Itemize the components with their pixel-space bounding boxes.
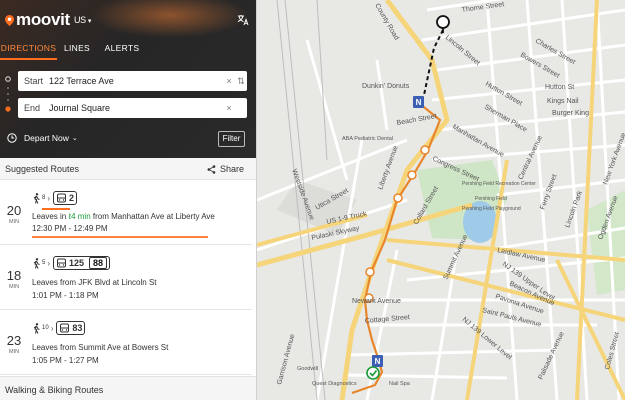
map-label: Kings Nail [547, 98, 579, 105]
walk-minutes: 8 [42, 195, 46, 201]
end-value[interactable]: Journal Square [46, 103, 223, 113]
walking-biking-routes[interactable]: Walking & Biking Routes [0, 376, 256, 400]
route-times: 12:30 PM - 12:49 PM [32, 224, 108, 233]
map-canvas[interactable]: N N County Road Thorne Street Lincoln St… [257, 0, 625, 400]
bus-stop-marker-icon[interactable]: N [413, 96, 424, 108]
share-button[interactable]: Share [207, 164, 244, 174]
route-legs: 5 › 125 88 [32, 256, 111, 270]
line-number: 88 [89, 257, 108, 269]
duration-value: 18 [6, 268, 22, 283]
share-icon [207, 164, 216, 174]
map-label: Pershing Field Playground [462, 206, 521, 212]
route-progress-line [32, 236, 208, 238]
svg-text:N: N [375, 357, 381, 366]
tab-lines[interactable]: LINES [57, 38, 97, 60]
suggested-routes-header: Suggested Routes Share [0, 158, 256, 180]
suggested-routes-title: Suggested Routes [5, 164, 80, 174]
line-number: 2 [69, 193, 75, 203]
route-times: 1:05 PM - 1:27 PM [32, 356, 99, 365]
start-value[interactable]: 122 Terrace Ave [46, 76, 223, 86]
duration-unit: MIN [8, 219, 20, 225]
walking-biking-label: Walking & Biking Routes [5, 385, 104, 395]
region-selector[interactable]: US ▾ [74, 15, 91, 25]
map-label: Nail Spa [389, 381, 411, 387]
clear-start-icon[interactable]: × [223, 76, 235, 86]
map-label: Dunkin' Donuts [362, 83, 410, 90]
moovit-logo[interactable]: moovit US ▾ [5, 10, 91, 30]
route-option-2[interactable]: 18 MIN 5 › 125 88 Leaves from JFK Blvd a… [0, 246, 252, 310]
bus-icon [57, 193, 67, 202]
end-field[interactable]: End Journal Square × [18, 98, 247, 118]
chevron-right-icon: › [47, 193, 51, 203]
route-departure-info: Leaves from JFK Blvd at Lincoln St [32, 278, 157, 287]
route-map[interactable]: N N County Road Thorne Street Lincoln St… [257, 0, 625, 400]
start-label: Start [24, 76, 44, 86]
duration-value: 20 [6, 203, 22, 218]
map-label: Quest Diagnostics [312, 381, 357, 387]
route-duration: 23 MIN [6, 333, 22, 355]
chevron-right-icon: › [50, 323, 54, 333]
route-option-3[interactable]: 23 MIN 10 › 83 Leaves from Summit Ave at… [0, 311, 252, 375]
region-code: US [73, 15, 86, 25]
walk-icon [33, 257, 40, 269]
route-color-underline [42, 208, 70, 210]
svg-text:N: N [416, 98, 422, 107]
main-tabs: DIRECTIONS LINES ALERTS [0, 38, 256, 60]
start-end-dots-icon [5, 76, 11, 112]
directions-panel: moovit US ▾ DIRECTIONS LINES ALERTS Start… [0, 0, 257, 400]
duration-unit: MIN [8, 349, 20, 355]
clear-end-icon[interactable]: × [223, 103, 235, 113]
depart-time-selector[interactable]: Depart Now ⌄ [7, 133, 78, 143]
live-wait: 4 min [71, 212, 91, 221]
brand-name: moovit [16, 10, 70, 29]
map-label: ABA Pediatric Dental [342, 136, 393, 142]
chevron-right-icon: › [47, 258, 51, 268]
start-field[interactable]: Start 122 Terrace Ave × ⇅ [18, 71, 247, 91]
swap-icon[interactable]: ⇅ [235, 76, 247, 87]
leaves-suffix: from Manhattan Ave at Liberty Ave [92, 212, 215, 221]
depart-label: Depart Now [24, 133, 69, 143]
walk-minutes: 10 [42, 325, 49, 331]
chevron-down-icon: ⌄ [71, 135, 78, 142]
translate-icon[interactable] [237, 14, 249, 26]
clock-icon [7, 133, 17, 143]
map-label: Burger King [552, 110, 589, 117]
logo-pin-icon [5, 14, 14, 26]
duration-value: 23 [6, 333, 22, 348]
map-label: Pershing Field [475, 196, 507, 202]
route-duration: 18 MIN [6, 268, 22, 290]
line-badge-83: 83 [56, 321, 86, 335]
map-label: Pershing Field Recreation Center [462, 181, 536, 187]
header-photo-glow [90, 0, 250, 38]
share-label: Share [220, 164, 245, 174]
route-legs: 8 › 2 [32, 191, 78, 205]
map-label: Goodwill [297, 366, 318, 372]
line-number: 125 [69, 258, 85, 268]
walk-icon [33, 322, 40, 334]
route-option-1[interactable]: 20 MIN 8 › 2 Leaves in ℓ4 min from Manha… [0, 181, 252, 245]
walk-icon [33, 192, 40, 204]
bus-icon [57, 258, 67, 267]
route-times: 1:01 PM - 1:18 PM [32, 291, 99, 300]
walk-minutes: 5 [42, 260, 46, 266]
route-departure-info: Leaves from Summit Ave at Bowers St [32, 343, 169, 352]
tab-alerts[interactable]: ALERTS [97, 38, 147, 60]
map-label: Newark Avenue [352, 298, 401, 305]
line-badge-2: 2 [53, 191, 78, 205]
filter-button[interactable]: Filter [218, 131, 245, 147]
route-departure-info: Leaves in ℓ4 min from Manhattan Ave at L… [32, 212, 215, 221]
header-bar: moovit US ▾ DIRECTIONS LINES ALERTS Start… [0, 0, 256, 158]
bus-icon [60, 323, 70, 332]
tab-directions[interactable]: DIRECTIONS [0, 38, 57, 60]
leaves-prefix: Leaves in [32, 212, 67, 221]
line-badges: 125 88 [53, 256, 111, 270]
route-legs: 10 › 83 [32, 321, 86, 335]
end-label: End [24, 103, 41, 113]
duration-unit: MIN [8, 284, 20, 290]
caret-down-icon: ▾ [87, 18, 92, 25]
map-label: Hutton St [545, 84, 574, 91]
route-duration: 20 MIN [6, 203, 22, 225]
line-number: 83 [72, 323, 83, 333]
